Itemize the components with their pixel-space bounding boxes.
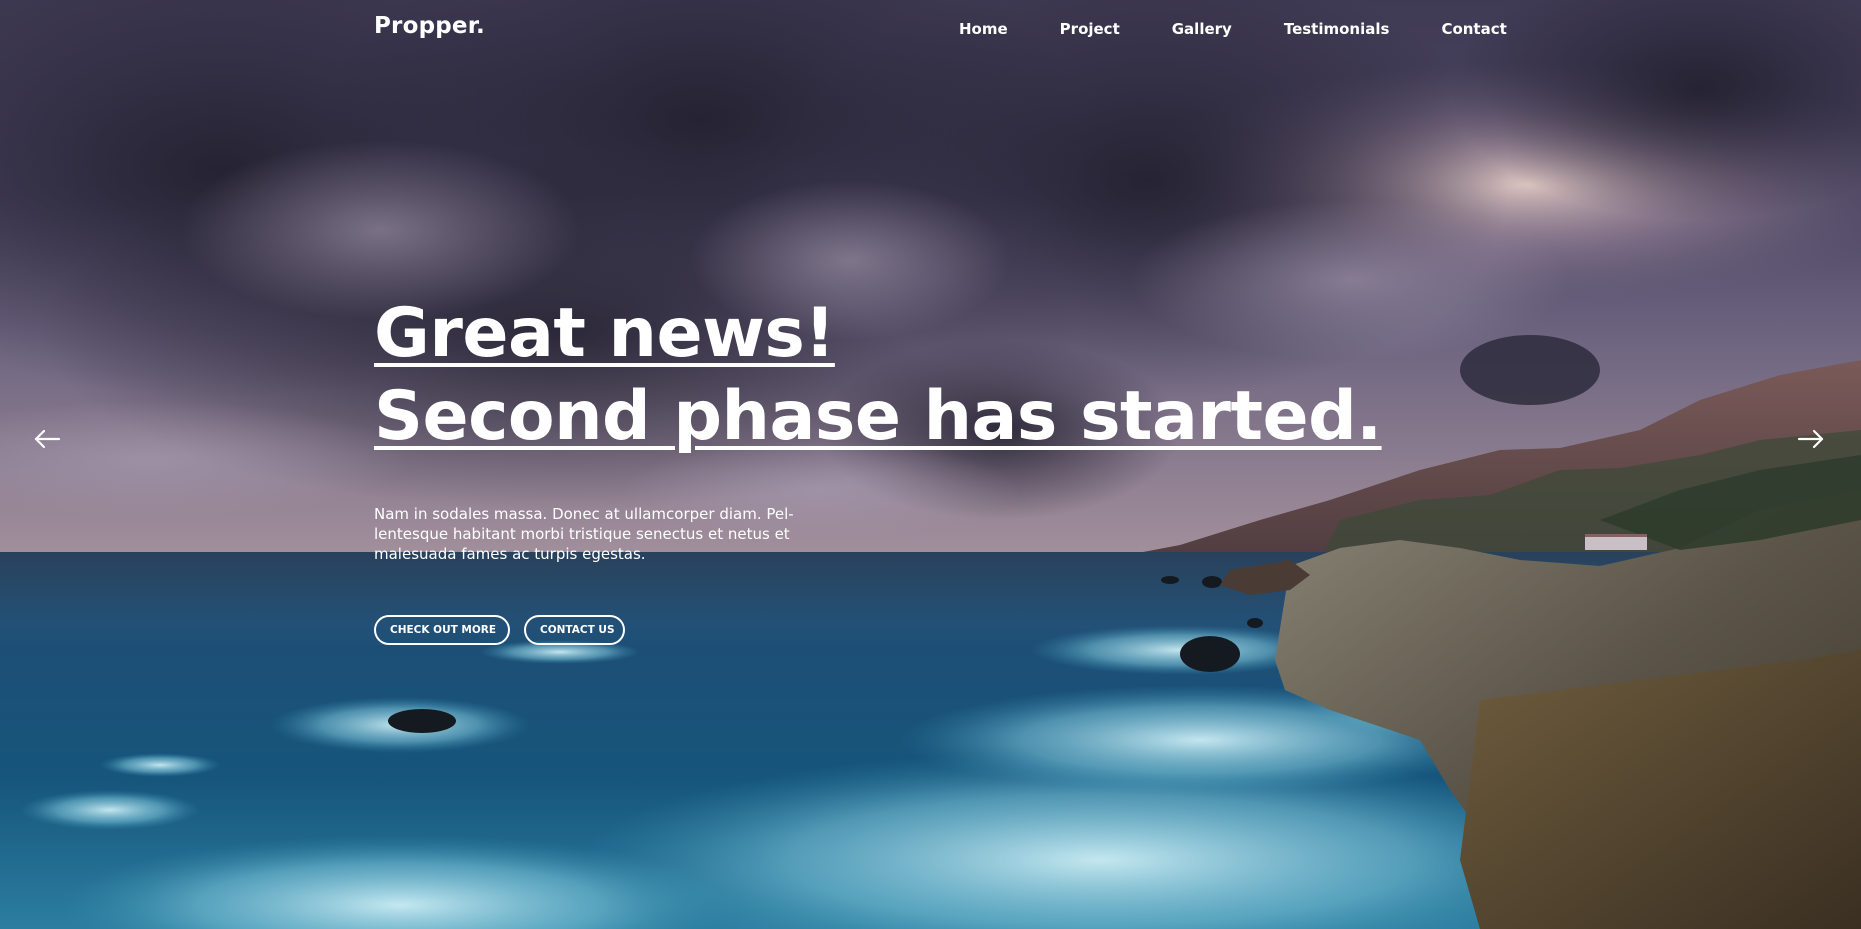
nav-item-contact: Contact [1441,19,1558,38]
hero-lead-line-1: Nam in sodales massa. Donec at ullamcorp… [374,505,794,523]
nav-item-project: Project [1060,19,1172,38]
nav-item-home: Home [959,19,1060,38]
site-logo[interactable]: Propper. [374,13,485,39]
hero-lead-line-3: malesuada fames ac turpis egestas. [374,545,646,563]
check-out-more-button[interactable]: CHECK OUT MORE [374,615,510,645]
contact-us-button[interactable]: CONTACT US [524,615,625,645]
slider-next-button[interactable] [1796,424,1826,454]
slider-prev-button[interactable] [32,424,62,454]
hero-lead-text: Nam in sodales massa. Donec at ullamcorp… [374,504,844,564]
arrow-right-icon [1797,429,1824,449]
nav-link-contact[interactable]: Contact [1441,20,1506,38]
hero-headline: Great news! Second phase has started. [374,292,1382,458]
hero-slider: Propper. Home Project Gallery Testimonia… [0,0,1861,929]
nav-link-gallery[interactable]: Gallery [1172,20,1232,38]
hero-background-image [0,0,1861,929]
nav-link-testimonials[interactable]: Testimonials [1284,20,1390,38]
main-nav-list: Home Project Gallery Testimonials Contac… [959,19,1559,38]
nav-link-home[interactable]: Home [959,20,1008,38]
hero-lead-line-2: lentesque habitant morbi tristique senec… [374,525,790,543]
nav-link-project[interactable]: Project [1060,20,1120,38]
arrow-left-icon [34,429,61,449]
site-header: Propper. Home Project Gallery Testimonia… [0,0,1861,56]
hero-headline-line-2: Second phase has started. [374,377,1382,456]
hero-headline-line-1: Great news! [374,294,835,373]
nav-item-testimonials: Testimonials [1284,19,1442,38]
nav-item-gallery: Gallery [1172,19,1284,38]
